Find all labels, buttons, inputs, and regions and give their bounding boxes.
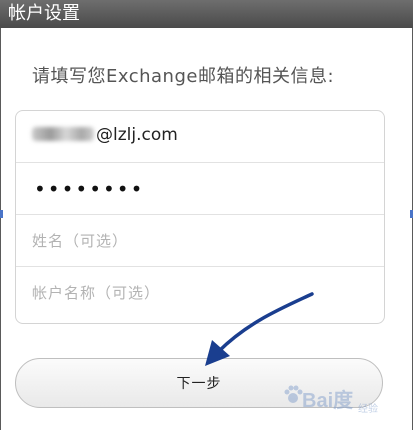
paw-icon — [284, 385, 303, 403]
instruction-text: 请填写您Exchange邮箱的相关信息: — [32, 66, 335, 87]
account-name-placeholder: 帐户名称（可选） — [32, 284, 161, 302]
title-bar: 帐户设置 — [0, 0, 413, 28]
watermark-sub: 经验 — [358, 404, 378, 415]
window-title: 帐户设置 — [8, 3, 80, 24]
watermark-brand: Bai度 — [302, 390, 354, 412]
email-value: @lzlj.com — [32, 125, 178, 145]
window-border-left — [0, 28, 1, 430]
blurred-username — [32, 127, 94, 141]
next-button-label: 下一步 — [176, 376, 222, 392]
email-field[interactable]: @lzlj.com — [16, 111, 384, 163]
baidu-watermark: Bai度 经验 — [282, 376, 408, 420]
password-mask: •••••••• — [34, 177, 145, 201]
name-placeholder: 姓名（可选） — [32, 232, 129, 250]
resize-handle-left[interactable] — [0, 210, 3, 218]
name-field[interactable]: 姓名（可选） — [16, 215, 384, 267]
account-name-field[interactable]: 帐户名称（可选） — [16, 267, 384, 319]
account-form: @lzlj.com •••••••• 姓名（可选） 帐户名称（可选） — [15, 110, 385, 324]
password-field[interactable]: •••••••• — [16, 163, 384, 215]
email-domain: @lzlj.com — [96, 125, 178, 145]
